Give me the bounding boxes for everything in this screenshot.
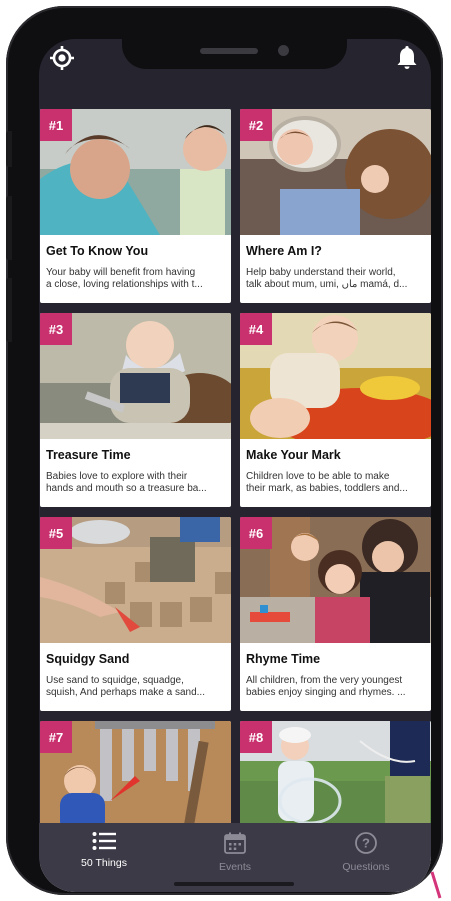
card-description: All children, from the very youngest babi… bbox=[246, 675, 406, 698]
front-camera bbox=[278, 45, 289, 56]
card-title: Rhyme Time bbox=[246, 652, 321, 666]
activity-card[interactable]: #5 Squidgy Sand Use sand to squidge, squ… bbox=[40, 517, 231, 711]
mute-switch bbox=[6, 131, 12, 167]
activity-card[interactable]: #2 Where Am I? Help baby understand thei… bbox=[240, 109, 431, 303]
tab-label: 50 Things bbox=[81, 857, 127, 869]
activity-card[interactable]: #3 Treasure Time Babies love to explore … bbox=[40, 313, 231, 507]
activity-number-badge: #6 bbox=[240, 517, 272, 549]
activity-card[interactable]: #6 Rhyme Time All children, from the ver… bbox=[240, 517, 431, 711]
notch bbox=[122, 39, 347, 69]
question-icon: ? bbox=[355, 832, 377, 854]
volume-up-button bbox=[6, 196, 12, 260]
decorative-pink-stroke bbox=[430, 871, 442, 899]
card-description: Use sand to squidge, squadge, squish, And… bbox=[46, 675, 205, 698]
tab-label: Questions bbox=[342, 861, 390, 873]
volume-down-button bbox=[6, 278, 12, 342]
activity-number-badge: #4 bbox=[240, 313, 272, 345]
location-target-icon[interactable] bbox=[49, 45, 75, 71]
card-description: Children love to be able to make their ma… bbox=[246, 471, 408, 494]
card-description: Your baby will benefit from having a clos… bbox=[46, 267, 203, 290]
activity-number-badge: #2 bbox=[240, 109, 272, 141]
activity-number-badge: #8 bbox=[240, 721, 272, 753]
activity-number-badge: #7 bbox=[40, 721, 72, 753]
home-indicator[interactable] bbox=[174, 882, 294, 886]
activity-card[interactable]: #1 Get To Know You Your baby will benefi… bbox=[40, 109, 231, 303]
activity-number-badge: #5 bbox=[40, 517, 72, 549]
app-screen: #1 Get To Know You Your baby will benefi… bbox=[39, 39, 431, 892]
card-title: Get To Know You bbox=[46, 244, 149, 258]
activity-number-badge: #3 bbox=[40, 313, 72, 345]
tab-events[interactable]: Events bbox=[170, 831, 300, 881]
activity-number-badge: #1 bbox=[40, 109, 72, 141]
phone-frame: #1 Get To Know You Your baby will benefi… bbox=[6, 6, 443, 895]
card-title: Squidgy Sand bbox=[46, 652, 130, 666]
card-description: Help baby understand their world, talk ab… bbox=[246, 267, 408, 290]
card-title: Where Am I? bbox=[246, 244, 322, 258]
tab-questions[interactable]: ? Questions bbox=[301, 831, 431, 881]
bell-icon[interactable] bbox=[394, 45, 420, 71]
tab-50-things[interactable]: 50 Things bbox=[39, 831, 169, 881]
svg-text:?: ? bbox=[362, 836, 370, 851]
card-title: Make Your Mark bbox=[246, 448, 341, 462]
tab-label: Events bbox=[218, 861, 252, 873]
list-icon bbox=[92, 832, 116, 850]
activity-card[interactable]: #4 Make Your Mark Children love to be ab… bbox=[240, 313, 431, 507]
speaker-grille bbox=[200, 48, 258, 54]
card-title: Treasure Time bbox=[46, 448, 131, 462]
calendar-icon bbox=[224, 832, 246, 854]
card-description: Babies love to explore with their hands a… bbox=[46, 471, 207, 494]
